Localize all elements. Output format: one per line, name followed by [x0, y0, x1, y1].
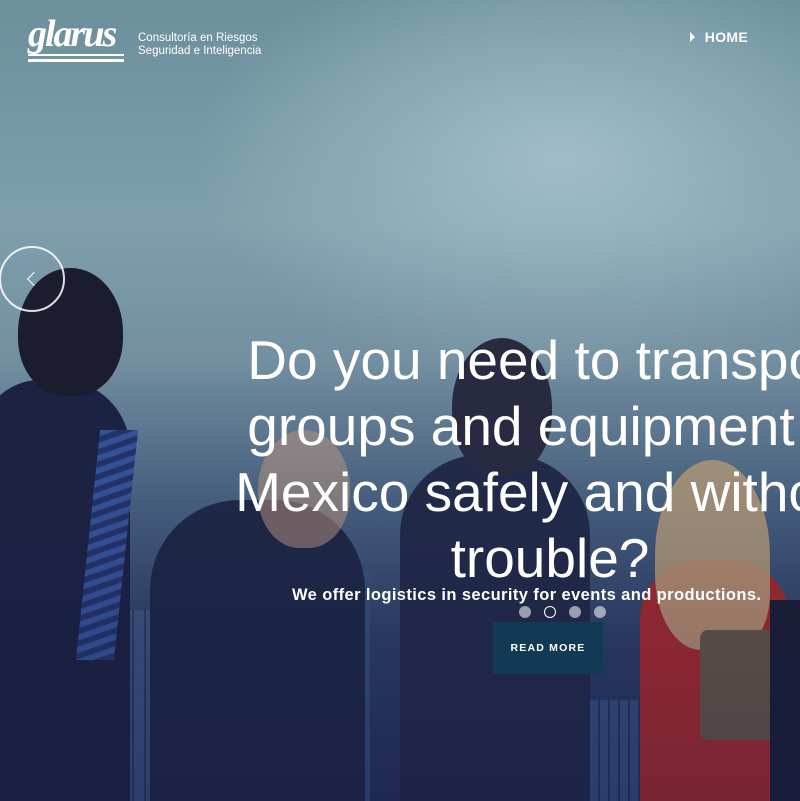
- chevron-left-icon: [26, 271, 42, 287]
- slider-pagination: [519, 606, 606, 618]
- tagline-line: Seguridad e Inteligencia: [138, 45, 262, 57]
- caret-right-icon: [689, 32, 695, 42]
- main-nav: HOME: [689, 29, 748, 45]
- slide-subtext: We offer logistics in security for event…: [292, 586, 762, 604]
- logo-mark: glarus: [28, 14, 126, 62]
- read-more-button[interactable]: READ MORE: [493, 622, 603, 674]
- logo-tagline: Consultoría en Riesgos Seguridad e Intel…: [138, 32, 261, 58]
- slider-dot-active[interactable]: [544, 606, 556, 618]
- logo-underline: [28, 59, 124, 62]
- tagline-line: Consultoría en Riesgos: [138, 32, 258, 44]
- slider-prev-button[interactable]: [0, 246, 65, 312]
- headline-line: Mexico safely and without: [235, 460, 800, 523]
- hero-slider: glarus Consultoría en Riesgos Seguridad …: [0, 0, 800, 801]
- site-logo[interactable]: glarus Consultoría en Riesgos Seguridad …: [28, 14, 261, 62]
- headline-line: Do you need to transport: [247, 328, 800, 391]
- slider-dot[interactable]: [519, 606, 531, 618]
- headline-line: trouble?: [450, 526, 650, 589]
- headline-line: groups and equipment in: [247, 394, 800, 457]
- slider-dot[interactable]: [594, 606, 606, 618]
- logo-wordmark: glarus: [28, 13, 117, 55]
- slider-dot[interactable]: [569, 606, 581, 618]
- nav-item-home[interactable]: HOME: [705, 29, 748, 45]
- slide-headline: Do you need to transport groups and equi…: [180, 327, 800, 591]
- logo-underline: [28, 54, 124, 56]
